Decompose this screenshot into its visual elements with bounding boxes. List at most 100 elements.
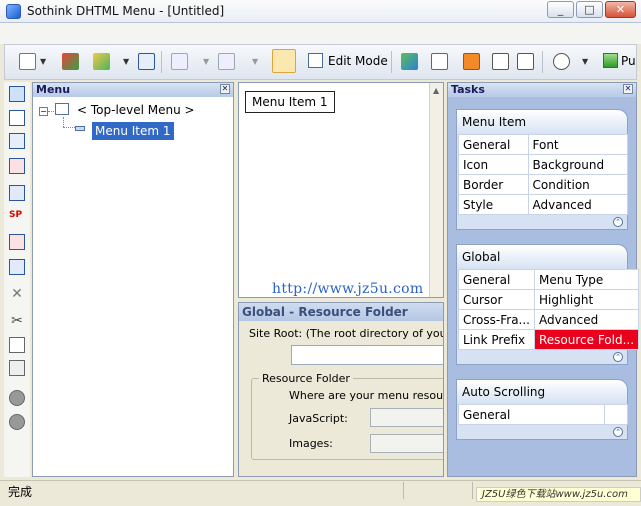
chevron-down-icon[interactable]: ▼ — [203, 57, 209, 66]
tree-root-label[interactable]: < Top-level Menu > — [77, 103, 195, 117]
collapse-icon[interactable]: ⌃ — [613, 427, 623, 437]
scroll-up-icon[interactable]: ▲ — [433, 86, 439, 95]
move-down-icon[interactable] — [9, 414, 25, 430]
vertical-scrollbar[interactable]: ▲ — [429, 83, 443, 297]
close-button[interactable]: ✕ — [605, 1, 636, 18]
preview-menu-item[interactable]: Menu Item 1 — [245, 91, 335, 113]
save-icon[interactable] — [138, 53, 155, 70]
chevron-down-icon[interactable]: ▼ — [123, 57, 129, 66]
undo-icon[interactable] — [171, 53, 188, 70]
collapse-icon[interactable]: ⌃ — [613, 217, 623, 227]
toolbar-separator — [161, 51, 162, 73]
properties-icon[interactable] — [431, 53, 448, 70]
task-general[interactable]: General — [458, 134, 529, 155]
refresh-icon[interactable] — [401, 53, 418, 70]
add-menu-icon[interactable] — [9, 86, 25, 102]
redo-icon[interactable] — [218, 53, 235, 70]
toolbar: ▼ ▼ ▼ ▼ Edit Mode ▼ Pu — [4, 44, 637, 80]
tree-item-menu-item-1[interactable]: Menu Item 1 — [92, 122, 174, 140]
menu-panel-header: Menu ✕ — [33, 83, 233, 97]
tree-connector — [63, 117, 64, 127]
minimize-button[interactable]: _ — [547, 1, 574, 18]
grid-icon[interactable] — [517, 53, 534, 70]
status-watermark: JZ5U绿色下载站www.jz5u.com — [476, 487, 641, 502]
open-template-icon[interactable] — [62, 53, 79, 70]
toolbar-separator — [542, 51, 543, 73]
menu-panel-title: Menu — [36, 83, 71, 96]
resource-folder-group-title: Resource Folder — [259, 372, 353, 385]
tasks-panel: Tasks ✕ Menu Item General Font Icon Backgr… — [447, 82, 640, 477]
settings-icon[interactable] — [492, 53, 509, 70]
task-general[interactable]: General — [458, 269, 535, 290]
status-text: 完成 — [8, 485, 33, 499]
add-item-icon[interactable] — [9, 110, 25, 126]
chevron-down-icon[interactable]: ▼ — [252, 57, 258, 66]
edit-mode-button[interactable]: Edit Mode — [308, 53, 388, 71]
close-icon[interactable]: ✕ — [220, 84, 230, 94]
open-icon[interactable] — [93, 53, 110, 70]
task-resource-folder[interactable]: Resource Fold... — [533, 329, 640, 350]
new-file-icon[interactable] — [19, 53, 36, 70]
resource-panel-title: Global - Resource Folder — [239, 303, 443, 321]
chevron-down-icon[interactable]: ▼ — [582, 57, 588, 66]
tasks-panel-header: Tasks ✕ — [448, 83, 636, 97]
cut-icon[interactable]: ✂ — [9, 314, 25, 330]
add-new-icon[interactable] — [9, 158, 25, 174]
task-menu-type[interactable]: Menu Type — [533, 269, 640, 290]
menu-panel: Menu ✕ − < Top-level Menu > Menu Item 1 — [32, 82, 234, 477]
close-icon[interactable]: ✕ — [623, 84, 633, 94]
collapse-icon[interactable]: ⌃ — [613, 352, 623, 362]
left-tool-strip: SP ✕ ✂ — [4, 82, 30, 477]
task-advanced[interactable]: Advanced — [527, 194, 628, 215]
task-background[interactable]: Background — [527, 154, 628, 175]
maximize-button[interactable]: □ — [576, 1, 603, 18]
add-separator-icon[interactable] — [9, 185, 25, 201]
publish-icon — [603, 53, 618, 68]
delete-icon[interactable]: ✕ — [9, 287, 25, 303]
menu-item-icon — [75, 126, 85, 131]
section-footer: ⌃ — [457, 425, 627, 439]
paste-icon[interactable] — [9, 360, 25, 376]
preview-icon[interactable] — [553, 53, 570, 70]
task-cross-frame[interactable]: Cross-Fra... — [458, 309, 535, 330]
add-submenu-icon[interactable] — [9, 133, 25, 149]
separator-item-icon[interactable] — [9, 234, 25, 250]
task-section-global: Global General Menu Type Cursor Highlight … — [456, 244, 640, 365]
task-highlight[interactable]: Highlight — [533, 289, 640, 310]
resource-folder-panel: Global - Resource Folder Site Root: (The… — [238, 302, 444, 477]
move-up-icon[interactable] — [9, 390, 25, 406]
task-advanced[interactable]: Advanced — [533, 309, 640, 330]
insert-icon[interactable] — [463, 53, 480, 70]
sp-icon[interactable]: SP — [9, 210, 25, 226]
task-general[interactable]: General — [458, 404, 605, 425]
site-root-input[interactable] — [291, 345, 443, 365]
copy-icon[interactable] — [9, 337, 25, 353]
chevron-down-icon[interactable]: ▼ — [40, 57, 46, 66]
site-root-label: Site Root: (The root directory of your w… — [249, 327, 443, 340]
title-bar: Sothink DHTML Menu - [Untitled] _ □ ✕ — [0, 0, 641, 23]
status-pane — [472, 482, 473, 499]
javascript-input[interactable] — [370, 408, 443, 427]
task-style[interactable]: Style — [458, 194, 529, 215]
vertical-icon[interactable] — [9, 259, 25, 275]
task-font[interactable]: Font — [527, 134, 628, 155]
images-input[interactable] — [370, 434, 443, 453]
task-border[interactable]: Border — [458, 174, 529, 195]
publish-label: Pu — [621, 54, 636, 68]
window-title: Sothink DHTML Menu - [Untitled] — [27, 4, 225, 18]
publish-button[interactable]: Pu — [603, 53, 636, 68]
task-link-prefix[interactable]: Link Prefix — [458, 329, 535, 350]
task-section-title: Global — [457, 245, 627, 269]
status-pane — [403, 482, 404, 499]
task-condition[interactable]: Condition — [527, 174, 628, 195]
where-label: Where are your menu resource — [289, 389, 444, 402]
menu-icon — [55, 103, 69, 115]
layout-view-icon[interactable] — [272, 49, 296, 73]
task-cursor[interactable]: Cursor — [458, 289, 535, 310]
menu-bar — [0, 23, 641, 44]
task-icon[interactable]: Icon — [458, 154, 529, 175]
edit-mode-label: Edit Mode — [328, 54, 388, 68]
tree-connector — [63, 127, 75, 128]
task-section-title: Menu Item — [457, 110, 627, 134]
collapse-icon[interactable]: − — [39, 107, 48, 116]
